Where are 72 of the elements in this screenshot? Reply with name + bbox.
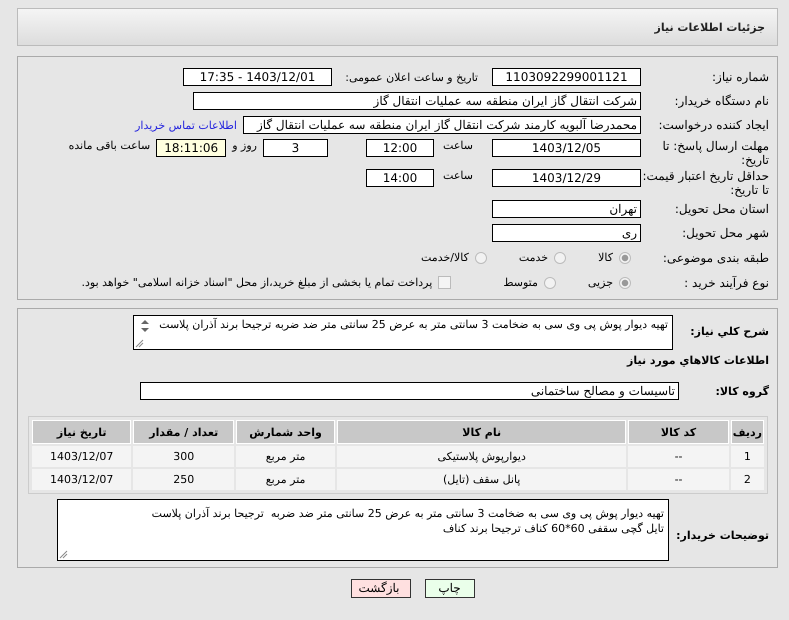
back-button[interactable]: بازگشت [350,579,410,598]
text-field[interactable]: محمدرضا آلبویه کارمند شرکت انتقال گاز ایران منطقه سه عملیات انتقال گاز [243,116,641,134]
field-label: توضیحات خریدار: [675,528,769,544]
radio-button[interactable] [619,252,631,264]
area-text: تهیه دیوار پوش پی وی سی به ضخامت 3 سانتی متر به عرض 25 سانتی متر ضد ضربه ترجیحا برند آذران پلاست تایل گچی سقفی 60*60 کناف ترجیحا برند کناف [150,506,664,536]
text-field[interactable]: 1403/12/01 - 17:35 [183,68,332,86]
text-field[interactable]: 1403/12/29 [492,169,641,187]
table-cell: 250 [133,469,234,490]
field-label: شهر محل تحویل: [681,226,769,240]
page-title: جزئیات اطلاعات نیاز [654,20,765,34]
column-header: تعداد / مقدار [133,420,234,444]
radio-button[interactable] [474,252,487,264]
text-field[interactable]: 1103092299001121 [492,68,641,86]
text-field[interactable]: ری [492,224,641,242]
field-label: شرح کلي نیاز: [689,324,769,340]
radio-button[interactable] [554,252,566,264]
contact-link[interactable]: اطلاعات تماس خریدار [135,118,237,132]
field-label: ایجاد کننده درخواست: [657,118,769,132]
field-label: گروه کالا: [714,384,769,398]
field-label: شماره نیاز: [711,70,769,84]
field-label: حداقل تاریخ اعتبار قیمت: تا تاریخ: [641,169,769,197]
table-cell: -- [628,446,729,467]
option-label: کالا [598,251,613,264]
table-cell: 1403/12/07 [32,469,132,490]
text-field[interactable]: 14:00 [366,169,434,187]
option-label: جزیی [588,276,613,289]
text-field[interactable]: 3 [263,139,328,157]
table-cell: 2 [730,469,764,490]
column-header: تاریخ نیاز [32,420,132,444]
field-label: استان محل تحویل: [674,202,769,216]
resize-grip-icon[interactable] [135,339,144,348]
field-label: تاریخ و ساعت اعلان عمومی: [344,70,478,84]
table-cell: متر مربع [236,469,336,490]
field-label: ساعت باقی مانده [68,139,150,152]
area-text: تهیه دیوار پوش پی وی سی به ضخامت 3 سانتی متر به عرض 25 سانتی متر ضد ضربه ترجیحا برند آذران پلاست [158,317,668,332]
field-label: نام دستگاه خریدار: [674,94,769,108]
section-heading: اطلاعات کالاهاي مورد نیاز [626,353,770,369]
field-label: ساعت [442,169,474,182]
radio-button[interactable] [619,276,631,288]
text-field[interactable]: تهران [492,200,641,218]
option-label: متوسط [503,276,538,289]
table-cell: پانل سقف (تایل) [337,469,626,490]
option-label: کالا/خدمت [421,251,469,264]
column-header: واحد شمارش [236,420,336,444]
text-area[interactable]: تهیه دیوار پوش پی وی سی به ضخامت 3 سانتی متر به عرض 25 سانتی متر ضد ضربه ترجیحا برند آذران پلاست [133,315,673,350]
text-field[interactable]: 18:11:06 [156,139,226,157]
table-cell: -- [628,469,729,490]
column-header: ردیف [730,420,764,444]
field-label: مهلت ارسال پاسخ: تا تاریخ: [661,139,769,167]
table-cell: 1403/12/07 [32,446,132,467]
text-area[interactable]: تهیه دیوار پوش پی وی سی به ضخامت 3 سانتی متر به عرض 25 سانتی متر ضد ضربه ترجیحا برند آذران پلاست تایل گچی سقفی 60*60 کناف ترجیحا برند کناف [57,499,669,561]
option-label: خدمت [518,251,548,264]
table-cell: دیوارپوش پلاستیکی [337,446,626,467]
scroll-arrows-icon[interactable] [140,319,150,333]
column-header: نام کالا [337,420,626,444]
option-label: پرداخت تمام یا بخشی از مبلغ خرید،از محل "اسناد خزانه اسلامی" خواهد بود. [82,276,432,289]
text-field[interactable]: 1403/12/05 [492,139,641,157]
field-label: ساعت [442,139,474,152]
column-header: کد کالا [628,420,729,444]
field-label: نوع فرآیند خرید : [683,276,769,290]
field-label: طبقه بندی موضوعی: [662,250,769,264]
resize-grip-icon[interactable] [59,550,68,559]
table-cell: متر مربع [236,446,336,467]
text-field[interactable]: تاسیسات و مصالح ساختمانی [140,382,679,400]
table-cell: 300 [133,446,234,467]
text-field[interactable]: شرکت انتقال گاز ایران منطقه سه عملیات انتقال گاز [193,92,641,110]
text-field[interactable]: 12:00 [366,139,434,157]
table-cell: 1 [730,446,764,467]
print-button[interactable]: چاپ [424,579,474,598]
radio-button[interactable] [544,276,556,288]
field-label: روز و [232,139,257,152]
checkbox[interactable] [438,276,452,289]
